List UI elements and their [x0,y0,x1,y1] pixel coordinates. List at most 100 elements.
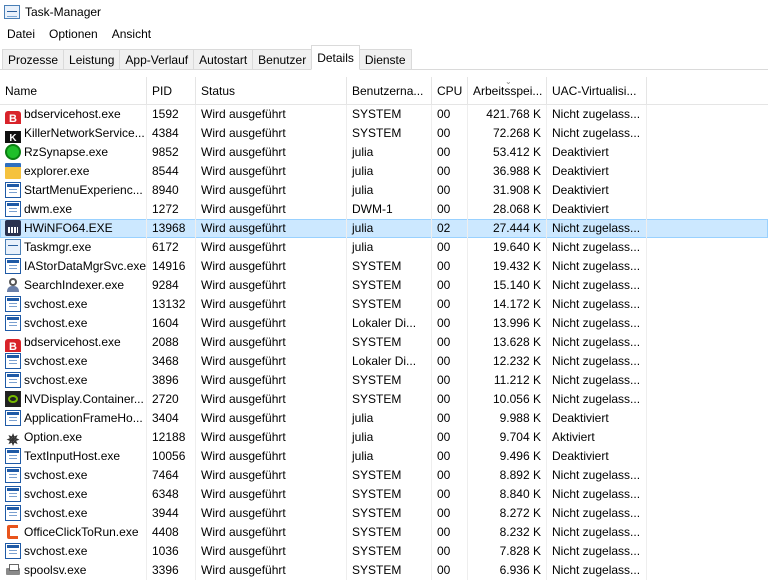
cell-pid: 9852 [152,145,179,159]
column-divider [431,238,432,257]
cell-cpu: 00 [437,107,451,121]
tab-details[interactable]: Details [311,45,360,70]
column-divider [146,276,147,295]
column-header-uac[interactable]: UAC-Virtualisi... [547,77,647,104]
column-header-name[interactable]: Name [0,77,147,104]
cell-name: HWiNFO64.EXE [0,219,147,238]
cell-name: Bbdservicehost.exe [0,333,147,352]
column-divider [146,447,147,466]
table-row[interactable]: SearchIndexer.exe 9284 Wird ausgeführt SYST… [0,276,768,295]
menu-view[interactable]: Ansicht [105,27,158,41]
table-row[interactable]: RzSynapse.exe 9852 Wird ausgeführt julia 00 5… [0,143,768,162]
tab-startup[interactable]: Autostart [193,49,254,70]
table-row[interactable]: svchost.exe 3944 Wird ausgeführt SYSTEM 00 8.… [0,504,768,523]
cell-cpu: 00 [437,259,451,273]
column-divider [467,238,468,257]
column-divider [467,561,468,580]
cell-pid: 1272 [152,202,179,216]
tab-users[interactable]: Benutzer [252,49,313,70]
cell-cpu: 00 [437,297,451,311]
column-header-user[interactable]: Benutzerna... [347,77,432,104]
cell-cpu: 00 [437,373,451,387]
cell-name: OfficeClickToRun.exe [0,523,147,542]
column-divider [346,485,347,504]
table-row[interactable]: IAStorDataMgrSvc.exe 14916 Wird ausgeführt… [0,257,768,276]
table-row[interactable]: svchost.exe 1604 Wird ausgeführt Lokaler Di… [0,314,768,333]
tab-services[interactable]: Dienste [358,49,412,70]
table-row[interactable]: svchost.exe 3896 Wird ausgeführt SYSTEM 00 11… [0,371,768,390]
cell-pid: 3404 [152,411,179,425]
cell-name: explorer.exe [0,162,147,181]
table-row[interactable]: svchost.exe 13132 Wird ausgeführt SYSTEM 00 1… [0,295,768,314]
column-divider [431,219,432,238]
table-row[interactable]: svchost.exe 7464 Wird ausgeführt SYSTEM 00 8.… [0,466,768,485]
column-header-status[interactable]: Status [196,77,347,104]
column-divider [195,143,196,162]
table-row[interactable]: svchost.exe 1036 Wird ausgeführt SYSTEM 00 7.… [0,542,768,561]
cell-cpu: 00 [437,411,451,425]
column-divider [646,371,647,390]
cell-uac: Nicht zugelass... [552,126,641,140]
column-divider [546,371,547,390]
cell-memory: 14.172 K [492,297,541,311]
column-divider [346,428,347,447]
column-divider [431,181,432,200]
column-divider [346,542,347,561]
table-row[interactable]: svchost.exe 6348 Wird ausgeführt SYSTEM 00 8.… [0,485,768,504]
column-divider [467,295,468,314]
column-divider [546,105,547,124]
task-manager-icon [4,5,20,19]
cell-user: julia [352,240,374,254]
table-row[interactable]: NVDisplay.Container... 2720 Wird ausgeführ… [0,390,768,409]
window-icon [5,410,21,426]
column-divider [467,542,468,561]
cell-cpu: 00 [437,145,451,159]
table-row[interactable]: ApplicationFrameHo... 3404 Wird ausgeführt… [0,409,768,428]
table-row[interactable]: StartMenuExperienc... 8940 Wird ausgeführt… [0,181,768,200]
column-divider [546,352,547,371]
column-divider [195,219,196,238]
table-row[interactable]: ✵ Option.exe 12188 Wird ausgeführt julia 00 9.… [0,428,768,447]
tab-performance[interactable]: Leistung [63,49,121,70]
column-divider [146,257,147,276]
table-row[interactable]: explorer.exe 8544 Wird ausgeführt julia 00 36… [0,162,768,181]
table-row[interactable]: spoolsv.exe 3396 Wird ausgeführt SYSTEM 00 6.… [0,561,768,580]
column-divider [195,162,196,181]
table-row[interactable]: dwm.exe 1272 Wird ausgeführt DWM-1 00 28.068 … [0,200,768,219]
menu-bar: Datei Optionen Ansicht [0,24,158,44]
table-row[interactable]: Taskmgr.exe 6172 Wird ausgeführt julia 00 19.… [0,238,768,257]
window-icon [5,315,21,331]
table-body: Bbdservicehost.exe 1592 Wird ausgeführt SYS… [0,105,768,580]
tab-app-history[interactable]: App-Verlauf [119,49,195,70]
column-header-pid[interactable]: PID [147,77,196,104]
table-row[interactable]: Bbdservicehost.exe 1592 Wird ausgeführt SYS… [0,105,768,124]
column-divider [646,333,647,352]
cell-cpu: 00 [437,468,451,482]
table-row[interactable]: Bbdservicehost.exe 2088 Wird ausgeführt SYS… [0,333,768,352]
menu-file[interactable]: Datei [0,27,42,41]
table-row[interactable]: TextInputHost.exe 10056 Wird ausgeführt jul… [0,447,768,466]
column-divider [146,542,147,561]
table-row[interactable]: HWiNFO64.EXE 13968 Wird ausgeführt julia 02 2… [0,219,768,238]
column-divider [146,371,147,390]
office-icon [5,524,21,540]
cell-pid: 7464 [152,468,179,482]
cell-cpu: 00 [437,392,451,406]
column-header-cpu[interactable]: CPU [432,77,468,104]
table-row[interactable]: OfficeClickToRun.exe 4408 Wird ausgeführt S… [0,523,768,542]
killer-network-icon: K [5,131,21,143]
cell-memory: 8.840 K [499,487,541,501]
cell-status: Wird ausgeführt [201,316,286,330]
cell-pid: 8940 [152,183,179,197]
menu-options[interactable]: Optionen [42,27,105,41]
column-divider [146,428,147,447]
column-divider [346,352,347,371]
cell-memory: 72.268 K [492,126,541,140]
table-row[interactable]: svchost.exe 3468 Wird ausgeführt Lokaler Di… [0,352,768,371]
tab-processes[interactable]: Prozesse [2,49,65,70]
table-row[interactable]: K KillerNetworkService... 4384 Wird ausgefü… [0,124,768,143]
column-divider [467,162,468,181]
cell-uac: Nicht zugelass... [552,335,641,349]
cell-cpu: 00 [437,278,451,292]
column-divider [467,314,468,333]
